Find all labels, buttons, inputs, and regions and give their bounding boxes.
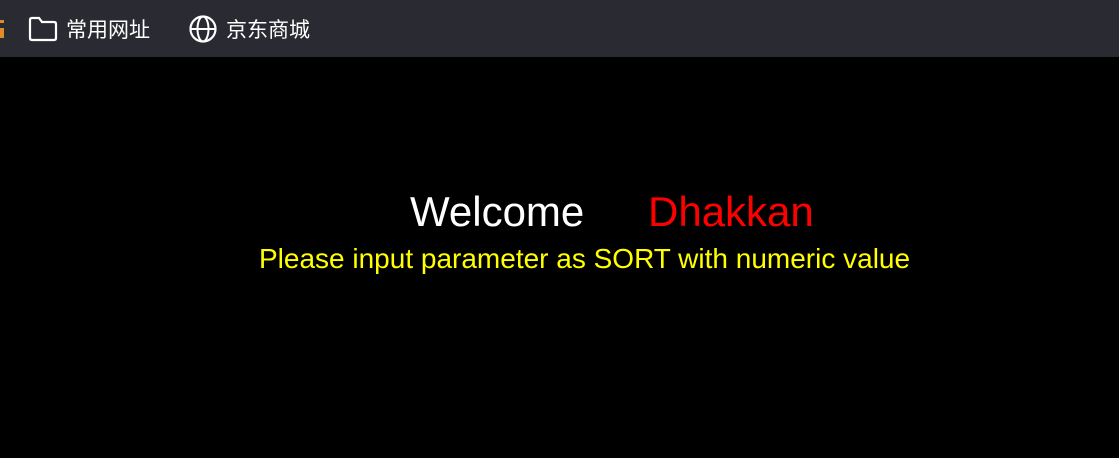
clipped-bookmark-icon[interactable] <box>0 20 4 38</box>
bookmark-label: 京东商城 <box>226 17 310 42</box>
bookmarks-bar: 常用网址 京东商城 <box>0 0 1119 57</box>
instruction-message: Please input parameter as SORT with nume… <box>259 243 911 274</box>
user-name: Dhakkan <box>648 188 814 235</box>
globe-icon <box>189 14 217 43</box>
folder-icon <box>28 16 58 41</box>
welcome-text: Welcome <box>410 188 585 235</box>
bookmark-jd-mall[interactable]: 京东商城 <box>188 0 310 57</box>
bookmark-folder-common-sites[interactable]: 常用网址 <box>28 0 150 57</box>
bookmark-label: 常用网址 <box>66 17 150 42</box>
